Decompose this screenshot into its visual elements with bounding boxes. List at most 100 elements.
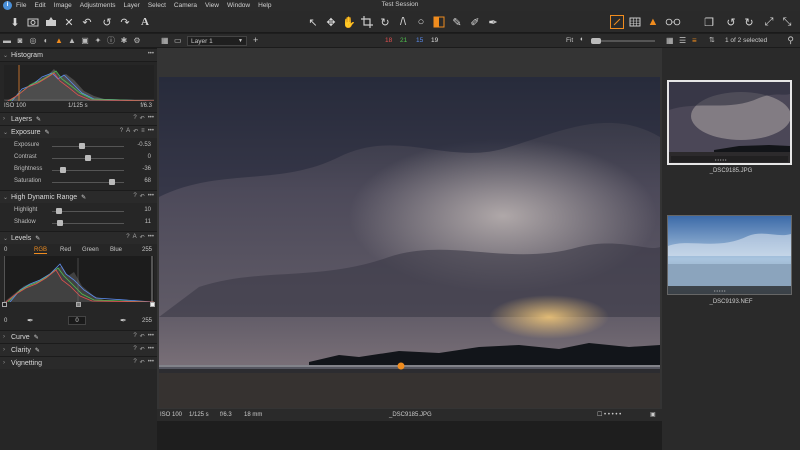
help-icon[interactable]: ? bbox=[133, 115, 136, 122]
levels-tab-green[interactable]: Green bbox=[82, 247, 99, 253]
reset-icon[interactable]: ↶ bbox=[140, 193, 145, 200]
exposure-header[interactable]: ⌄ Exposure ✎ ? A ↶ ≡ ••• bbox=[0, 125, 157, 138]
local-tab-icon[interactable]: ▣ bbox=[80, 36, 90, 46]
exposure-slider-value[interactable]: 0 bbox=[148, 154, 151, 160]
reset-icon[interactable]: ↶ bbox=[140, 359, 145, 366]
reset-icon[interactable]: ↶ bbox=[140, 115, 145, 122]
hdr-slider-value[interactable]: 11 bbox=[145, 219, 151, 225]
gradient-mask-handle[interactable] bbox=[397, 362, 405, 370]
text-icon[interactable]: A bbox=[138, 15, 152, 29]
spot-icon[interactable]: ○ bbox=[414, 15, 428, 29]
hdr-slider-track[interactable] bbox=[52, 211, 124, 212]
batch-tab-icon[interactable]: ⚙ bbox=[132, 36, 142, 46]
warning-icon[interactable]: ▲ bbox=[646, 15, 660, 29]
rating-stars[interactable]: ☐ • • • • • bbox=[597, 411, 621, 418]
levels-mid-handle[interactable] bbox=[76, 302, 81, 307]
edit-icon[interactable]: ✎ bbox=[36, 116, 41, 123]
pan-icon[interactable]: ✥ bbox=[324, 15, 338, 29]
exposure-slider-track[interactable] bbox=[52, 146, 124, 147]
curve-header[interactable]: › Curve ✎ ? ↶ ••• bbox=[0, 330, 157, 343]
auto-icon[interactable]: A bbox=[133, 234, 137, 241]
vignetting-header[interactable]: › Vignetting ? ↶ ••• bbox=[0, 356, 157, 369]
exposure-slider-handle[interactable] bbox=[59, 167, 66, 173]
edit-icon[interactable]: ✎ bbox=[81, 194, 86, 201]
levels-tab-blue[interactable]: Blue bbox=[110, 247, 122, 253]
auto-icon[interactable]: A bbox=[126, 128, 130, 135]
more-icon[interactable]: ••• bbox=[148, 359, 154, 366]
lens-tab-icon[interactable]: ◎ bbox=[28, 36, 38, 46]
add-layer-icon[interactable]: + bbox=[253, 35, 258, 45]
proof-icon[interactable] bbox=[610, 15, 624, 29]
layers-header[interactable]: › Layers ✎ ? ↶ ••• bbox=[0, 112, 157, 125]
library-tab-icon[interactable]: ▬ bbox=[2, 36, 12, 46]
sort-icon[interactable]: ⇅ bbox=[709, 36, 715, 44]
reset-icon[interactable]: ↶ bbox=[140, 333, 145, 340]
mask-icon[interactable] bbox=[432, 15, 446, 29]
clarity-header[interactable]: › Clarity ✎ ? ↶ ••• bbox=[0, 343, 157, 356]
reset-icon[interactable]: ↶ bbox=[140, 234, 145, 241]
help-icon[interactable]: ? bbox=[133, 193, 136, 200]
levels-black-handle[interactable] bbox=[2, 302, 7, 307]
redo-icon[interactable]: ↷ bbox=[118, 15, 132, 29]
menu-layer[interactable]: Layer bbox=[124, 2, 140, 9]
rotate-icon[interactable]: ↻ bbox=[378, 15, 392, 29]
pointer-icon[interactable]: ↖ bbox=[306, 15, 320, 29]
hdr-slider-handle[interactable] bbox=[56, 208, 63, 214]
zoom-slider-handle[interactable] bbox=[591, 38, 601, 44]
search-icon[interactable]: ⚲ bbox=[787, 35, 794, 46]
output-tab-icon[interactable]: ✱ bbox=[119, 36, 129, 46]
help-icon[interactable]: ? bbox=[126, 234, 129, 241]
more-icon[interactable]: ••• bbox=[148, 234, 154, 241]
single-view-icon[interactable]: ▭ bbox=[174, 36, 182, 45]
levels-header[interactable]: ⌄ Levels ✎ ? A ↶ ••• bbox=[0, 231, 157, 244]
hand-icon[interactable]: ✋ bbox=[342, 15, 356, 29]
adjustments-tab-icon[interactable]: ✦ bbox=[93, 36, 103, 46]
rotate-left-icon[interactable]: ↺ bbox=[100, 15, 114, 29]
crop-icon[interactable] bbox=[360, 15, 374, 29]
help-icon[interactable]: ? bbox=[133, 359, 136, 366]
export-icon[interactable] bbox=[44, 15, 58, 29]
grid-view-icon[interactable]: ▦ bbox=[161, 36, 169, 45]
edit-icon[interactable]: ✎ bbox=[45, 129, 50, 136]
edit-icon[interactable]: ✎ bbox=[35, 347, 40, 354]
reset-icon[interactable]: ↺ bbox=[724, 15, 738, 29]
picker-icon[interactable]: ✒ bbox=[486, 15, 500, 29]
levels-tab-red[interactable]: Red bbox=[60, 247, 71, 253]
brush-icon[interactable]: ✎ bbox=[450, 15, 464, 29]
levels-tab-rgb[interactable]: RGB bbox=[34, 247, 48, 254]
layer-select[interactable]: Layer 1 ▼ bbox=[187, 36, 247, 46]
menu-image[interactable]: Image bbox=[54, 2, 72, 9]
more-icon[interactable]: ••• bbox=[148, 333, 154, 340]
reset-icon[interactable]: ↶ bbox=[133, 128, 138, 135]
white-picker-icon[interactable]: ✒ bbox=[120, 316, 127, 325]
color-tab-icon[interactable]: ◐ bbox=[41, 36, 51, 46]
eraser-icon[interactable]: ✐ bbox=[468, 15, 482, 29]
levels-output-mid[interactable]: 0 bbox=[68, 316, 86, 325]
list-view-icon[interactable]: ☰ bbox=[679, 36, 686, 45]
grid-icon[interactable] bbox=[628, 15, 642, 29]
help-icon[interactable]: ? bbox=[120, 128, 123, 135]
import-icon[interactable]: ⬇ bbox=[8, 15, 22, 29]
hdr-slider-handle[interactable] bbox=[56, 220, 63, 226]
details-tab-icon[interactable]: ▲ bbox=[67, 36, 77, 46]
more-icon[interactable]: ••• bbox=[148, 193, 154, 200]
color-tag-icon[interactable]: ▣ bbox=[650, 411, 656, 418]
sync-icon[interactable]: ↻ bbox=[742, 15, 756, 29]
levels-input-low[interactable]: 0 bbox=[4, 247, 7, 253]
more-icon[interactable]: ••• bbox=[148, 346, 154, 353]
exposure-slider-handle[interactable] bbox=[79, 143, 86, 149]
undo-icon[interactable]: ↶ bbox=[80, 15, 94, 29]
edit-icon[interactable]: ✎ bbox=[35, 235, 40, 242]
capture-tab-icon[interactable]: ◙ bbox=[15, 36, 25, 46]
reset-icon[interactable]: ↶ bbox=[140, 346, 145, 353]
menu-edit[interactable]: Edit bbox=[34, 2, 45, 9]
exposure-slider-value[interactable]: 68 bbox=[144, 178, 151, 184]
hdr-header[interactable]: ⌄ High Dynamic Range ✎ ? ↶ ••• bbox=[0, 190, 157, 203]
thumbnail-2[interactable]: • • • • • bbox=[667, 215, 792, 295]
zoom-label[interactable]: Fit bbox=[566, 37, 573, 44]
menu-adjustments[interactable]: Adjustments bbox=[80, 2, 116, 9]
hdr-slider-value[interactable]: 10 bbox=[144, 207, 151, 213]
expand-icon[interactable]: ⤢ bbox=[762, 15, 776, 29]
glasses-icon[interactable] bbox=[664, 15, 682, 29]
exposure-slider-value[interactable]: -0.53 bbox=[137, 142, 151, 148]
